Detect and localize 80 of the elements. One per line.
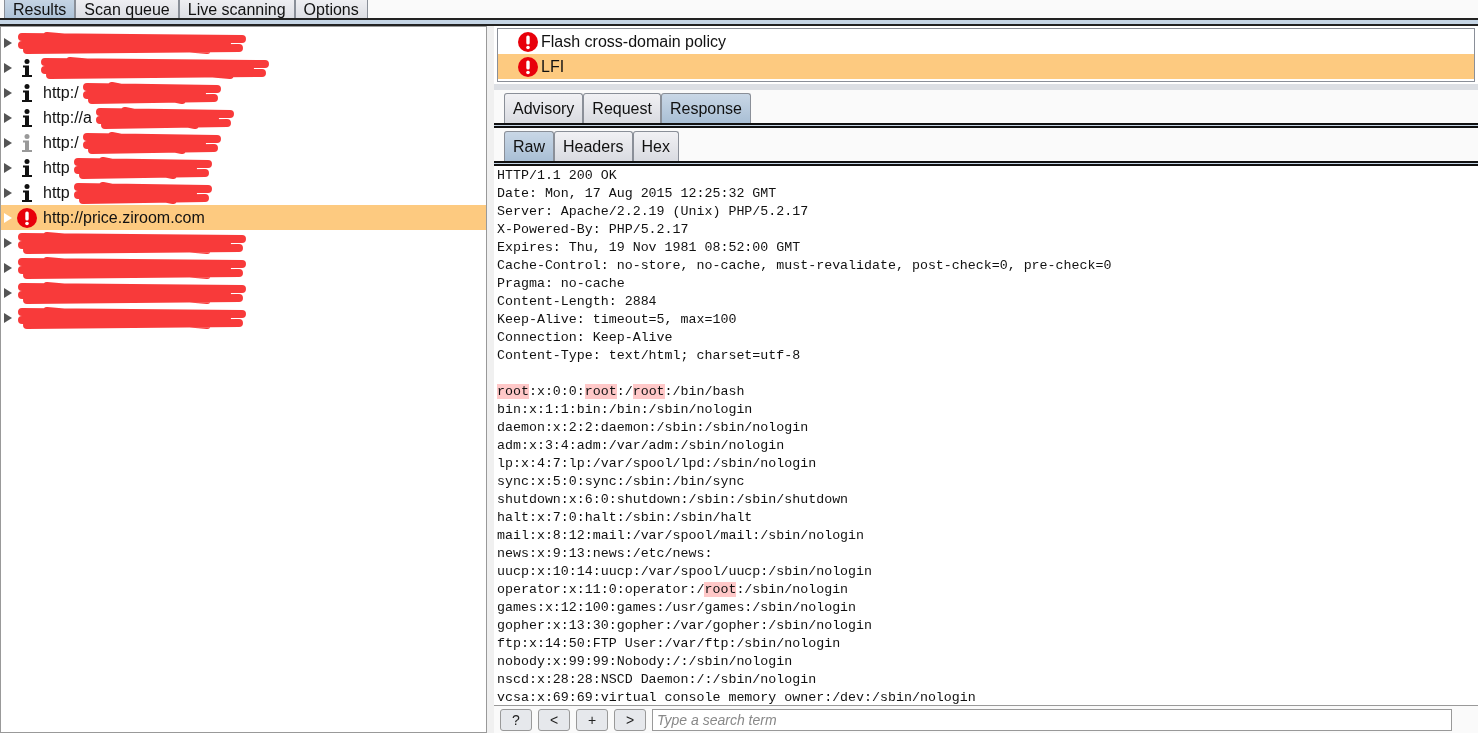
issue-item[interactable]: Flash cross-domain policy: [498, 29, 1474, 54]
host-url: http:/: [43, 132, 79, 153]
search-nav-button[interactable]: ?: [500, 708, 532, 731]
response-line: Cache-Control: no-store, no-cache, must-revalidate, post-check=0, pre-check=0: [497, 257, 1113, 275]
main-tab[interactable]: Options: [294, 0, 368, 18]
host-item[interactable]: http:/: [1, 80, 486, 105]
expand-arrow-icon[interactable]: [4, 137, 12, 148]
expand-arrow-icon[interactable]: [4, 312, 12, 323]
host-url: http://a: [43, 107, 92, 128]
info-icon: [22, 108, 32, 127]
detail-tab[interactable]: Request: [583, 93, 661, 123]
response-line: Server: Apache/2.2.19 (Unix) PHP/5.2.17: [497, 203, 810, 221]
info-icon: [22, 133, 32, 152]
search-field[interactable]: Type a search term: [652, 708, 1452, 731]
response-line: games:x:12:100:games:/usr/games:/sbin/nologin: [497, 599, 858, 617]
host-url: http://price.ziroom.com: [43, 207, 205, 228]
response-line: operator:x:11:0:operator:/root:/sbin/nologin: [497, 581, 850, 599]
alert-icon: [518, 56, 538, 77]
expand-arrow-icon[interactable]: [4, 187, 12, 198]
detail-tab[interactable]: Advisory: [504, 93, 584, 123]
issue-item[interactable]: LFI: [498, 54, 1474, 79]
response-line: sync:x:5:0:sync:/sbin:/bin/sync: [497, 473, 746, 491]
info-icon: [22, 58, 32, 77]
response-line: uucp:x:10:14:uucp:/var/spool/uucp:/sbin/nologin: [497, 563, 874, 581]
response-line: mail:x:8:12:mail:/var/spool/mail:/sbin/nologin: [497, 527, 866, 545]
response-line: Content-Length: 2884: [497, 293, 658, 311]
info-icon: [22, 183, 32, 202]
response-line: Keep-Alive: timeout=5, max=100: [497, 311, 738, 329]
response-line: root:x:0:0:root:/root:/bin/bash: [497, 383, 746, 401]
host-item[interactable]: http: [1, 180, 486, 205]
expand-arrow-icon[interactable]: [4, 62, 12, 73]
expand-arrow-icon[interactable]: [4, 162, 12, 173]
response-line: nobody:x:99:99:Nobody:/:/sbin/nologin: [497, 653, 794, 671]
response-line: Pragma: no-cache: [497, 275, 626, 293]
view-tab[interactable]: Hex: [632, 131, 679, 161]
response-line: Expires: Thu, 19 Nov 1981 08:52:00 GMT: [497, 239, 802, 257]
info-icon: [22, 158, 32, 177]
response-line: adm:x:3:4:adm:/var/adm:/sbin/nologin: [497, 437, 786, 455]
expand-arrow-icon[interactable]: [4, 287, 12, 298]
main-tab[interactable]: Live scanning: [178, 0, 295, 18]
expand-arrow-icon[interactable]: [4, 37, 12, 48]
host-item[interactable]: http:/: [1, 130, 486, 155]
view-tab[interactable]: Raw: [504, 131, 554, 161]
host-item[interactable]: http: [1, 155, 486, 180]
main-tab[interactable]: Results: [4, 0, 76, 18]
search-nav-button[interactable]: >: [614, 708, 646, 731]
response-line: shutdown:x:6:0:shutdown:/sbin:/sbin/shutdown: [497, 491, 850, 509]
response-line: gopher:x:13:30:gopher:/var/gopher:/sbin/nologin: [497, 617, 874, 635]
expand-arrow-icon[interactable]: [4, 87, 12, 98]
expand-arrow-icon[interactable]: [4, 237, 12, 248]
issue-label: Flash cross-domain policy: [541, 31, 726, 52]
response-line: daemon:x:2:2:daemon:/sbin:/sbin/nologin: [497, 419, 810, 437]
response-line: bin:x:1:1:bin:/bin:/sbin/nologin: [497, 401, 754, 419]
host-url: http: [43, 182, 70, 203]
host-url: http: [43, 157, 70, 178]
issue-label: LFI: [541, 56, 565, 77]
response-line: Content-Type: text/html; charset=utf-8: [497, 347, 802, 365]
main-tab[interactable]: Scan queue: [75, 0, 179, 18]
host-item[interactable]: http://a: [1, 105, 486, 130]
host-item[interactable]: http://price.ziroom.com: [1, 205, 486, 230]
response-line: ftp:x:14:50:FTP User:/var/ftp:/sbin/nologin: [497, 635, 842, 653]
search-nav-button[interactable]: <: [538, 708, 570, 731]
response-line: vcsa:x:69:69:virtual console memory owner:/dev:/sbin/nologin: [497, 689, 977, 705]
alert-icon: [518, 31, 538, 52]
response-line: Connection: Keep-Alive: [497, 329, 674, 347]
expand-arrow-icon[interactable]: [4, 262, 12, 273]
info-icon: [22, 83, 32, 102]
response-line: halt:x:7:0:halt:/sbin:/sbin/halt: [497, 509, 754, 527]
view-tab[interactable]: Headers: [554, 131, 633, 161]
detail-tab[interactable]: Response: [660, 93, 751, 123]
response-line: news:x:9:13:news:/etc/news:: [497, 545, 714, 563]
response-line: lp:x:4:7:lp:/var/spool/lpd:/sbin/nologin: [497, 455, 818, 473]
response-line: Date: Mon, 17 Aug 2015 12:25:32 GMT: [497, 185, 778, 203]
expand-arrow-icon[interactable]: [4, 112, 12, 123]
alert-icon: [17, 207, 37, 228]
response-line: HTTP/1.1 200 OK: [497, 167, 618, 185]
host-url: http:/: [43, 82, 79, 103]
response-line: nscd:x:28:28:NSCD Daemon:/:/sbin/nologin: [497, 671, 818, 689]
response-line: X-Powered-By: PHP/5.2.17: [497, 221, 690, 239]
search-nav-button[interactable]: +: [576, 708, 608, 731]
